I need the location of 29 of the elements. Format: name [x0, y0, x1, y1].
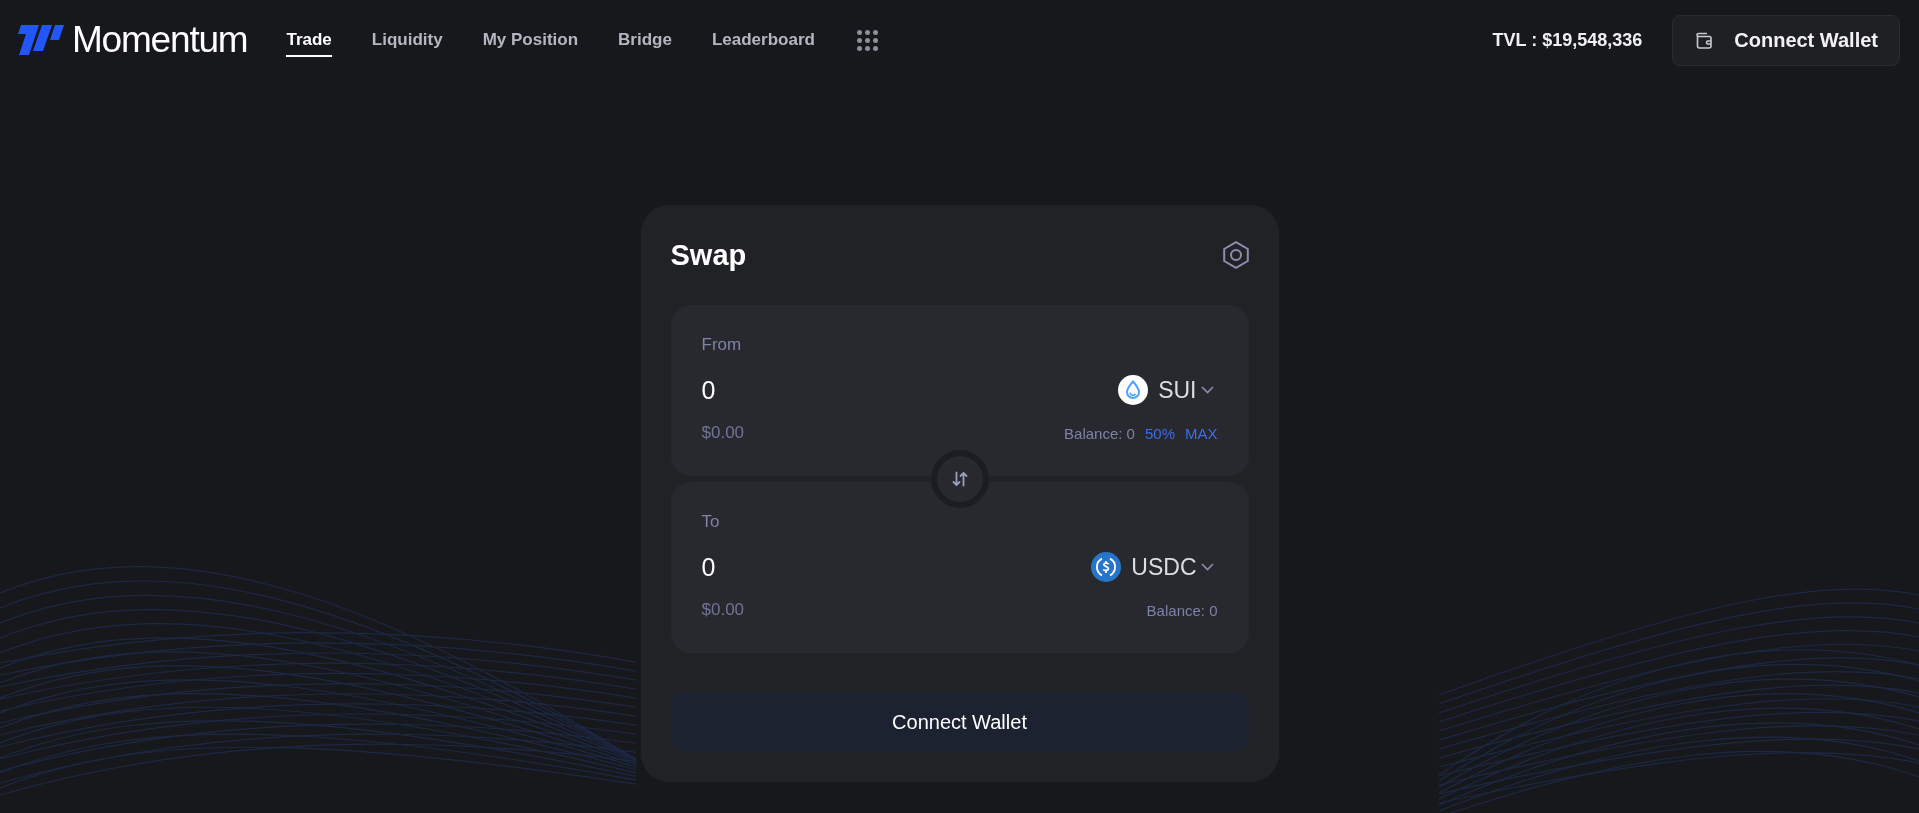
nav-tab[interactable]: Liquidity [371, 23, 443, 57]
logo-text[interactable]: Momentum [72, 20, 248, 60]
tvl-text: TVL : $19,548,336 [1492, 29, 1643, 51]
connect-wallet-button[interactable]: Connect Wallet [670, 692, 1249, 752]
panel-label: To [701, 512, 721, 532]
nav-tab[interactable]: Trade [286, 23, 332, 57]
connect-wallet-button[interactable]: Connect Wallet [1672, 14, 1900, 66]
balance-text: Balance: 0 [1064, 424, 1135, 442]
dollar-coin-icon [1091, 552, 1122, 582]
logo-icon[interactable] [18, 25, 64, 55]
swap-arrows-icon [951, 471, 968, 487]
grid-menu-icon[interactable] [856, 29, 878, 51]
droplet-coin-icon [1118, 375, 1149, 405]
chevron-down-icon [1200, 563, 1214, 571]
balance-text: Balance: 0 [1146, 601, 1218, 619]
usd-value: $0.00 [701, 600, 745, 620]
swap-title: Swap [670, 238, 747, 272]
nav-tab[interactable]: Leaderboard [711, 23, 815, 57]
wallet-icon [1695, 31, 1713, 49]
settings-icon[interactable] [1222, 241, 1249, 269]
amount-input[interactable]: 0 [701, 373, 1119, 407]
chevron-down-icon [1200, 386, 1214, 394]
token-select-button[interactable]: USDC [1091, 552, 1214, 582]
panel-label: From [701, 335, 743, 355]
token-select-button[interactable]: SUI [1118, 375, 1214, 405]
usd-value: $0.00 [701, 423, 745, 443]
amount-input[interactable]: 0 [701, 550, 1092, 584]
nav-tab[interactable]: My Position [482, 23, 579, 57]
nav-tab[interactable]: Bridge [618, 23, 672, 57]
